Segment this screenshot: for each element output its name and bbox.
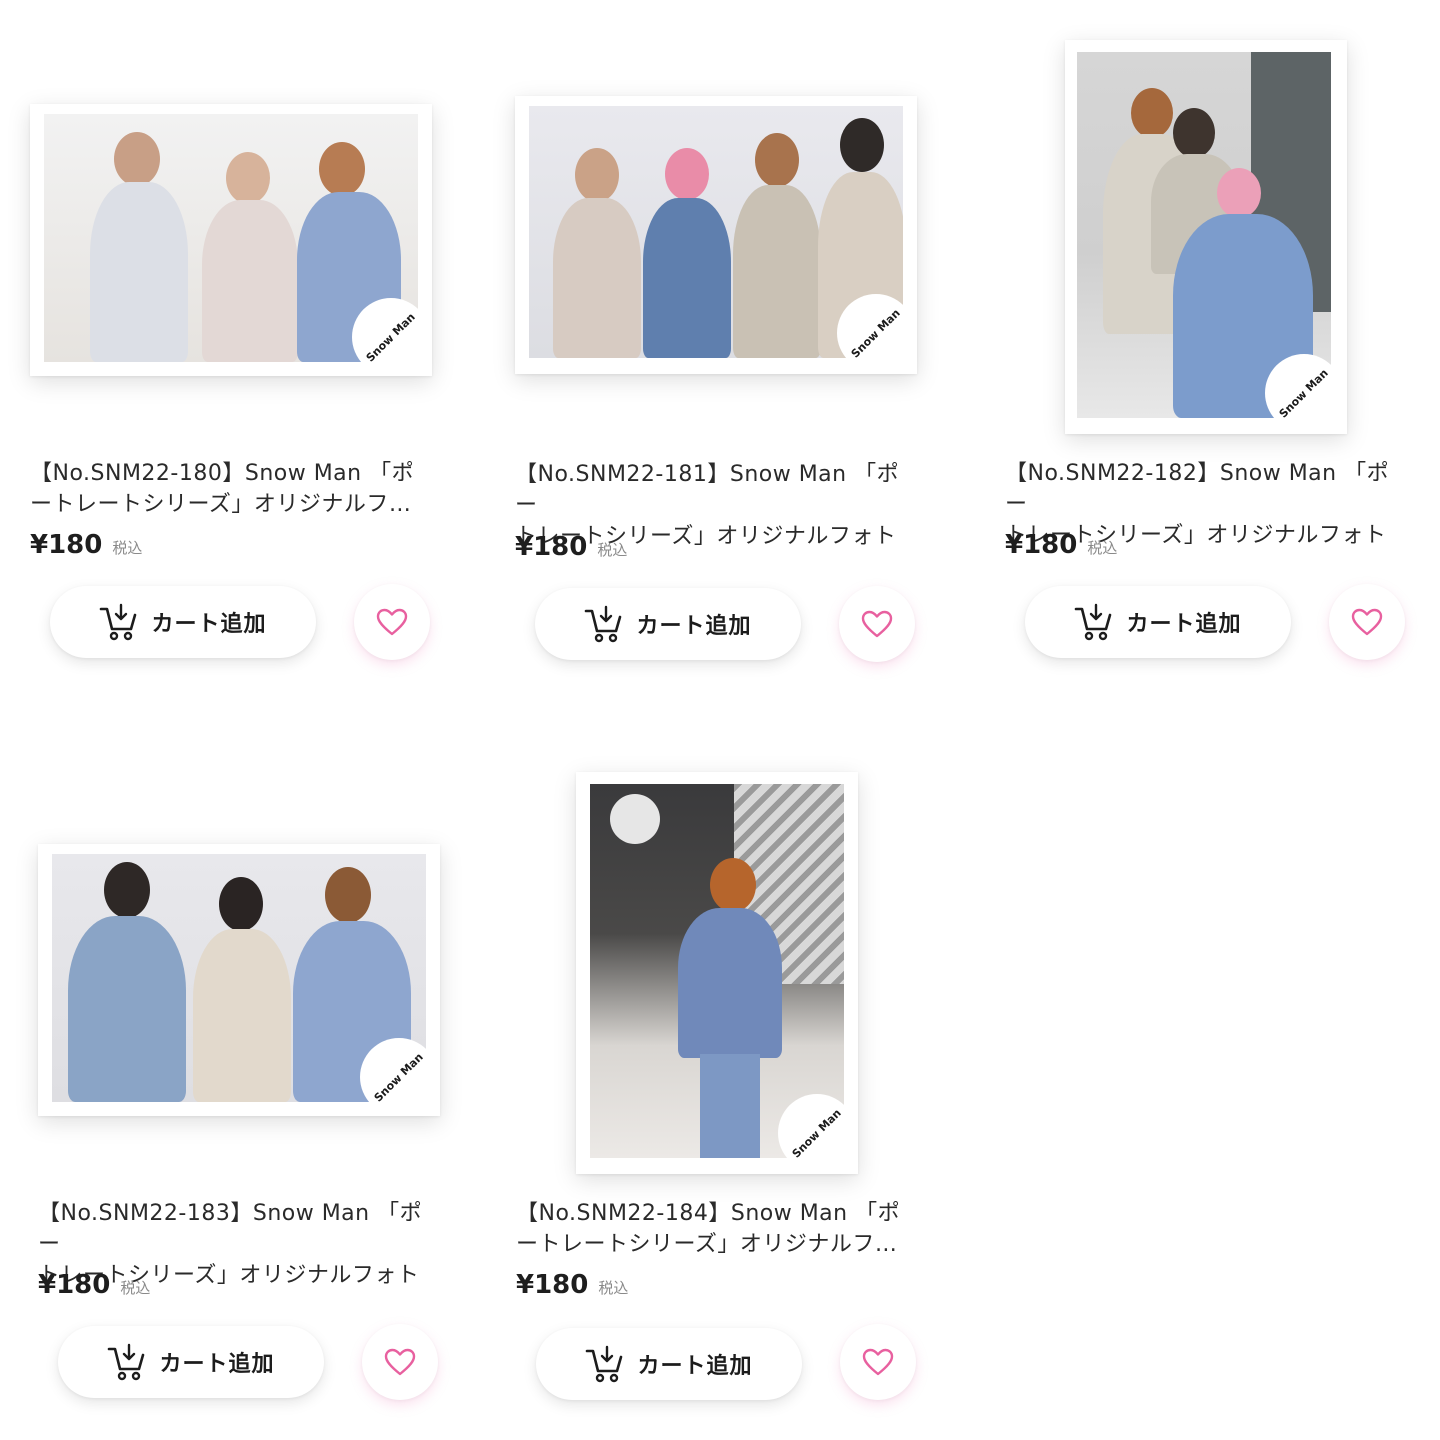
person-figure <box>729 133 825 358</box>
person-figure <box>670 858 790 1158</box>
cart-download-icon <box>585 605 622 643</box>
person-figure <box>62 862 192 1102</box>
price-value: ¥180 <box>30 530 103 560</box>
person-figure <box>187 877 297 1102</box>
person-figure <box>194 152 304 362</box>
add-to-cart-button[interactable]: カート追加 <box>535 588 801 660</box>
add-to-cart-label: カート追加 <box>637 1354 753 1379</box>
product-card: Snow Man 【No.SNM22-180】Snow Man 「ポ ートレート… <box>30 0 450 700</box>
add-to-cart-button[interactable]: カート追加 <box>50 586 316 658</box>
photo-image: Snow Man <box>1077 52 1331 418</box>
heart-icon <box>384 1348 416 1376</box>
price-value: ¥180 <box>1005 530 1078 560</box>
add-to-cart-button[interactable]: カート追加 <box>536 1328 802 1400</box>
tax-label: 税込 <box>112 539 143 557</box>
add-to-cart-label: カート追加 <box>1126 612 1242 637</box>
price-value: ¥180 <box>38 1270 111 1300</box>
favorite-button[interactable] <box>362 1324 438 1400</box>
product-card: Snow Man 【No.SNM22-183】Snow Man 「ポー トレート… <box>38 740 458 1420</box>
product-card: Snow Man 【No.SNM22-182】Snow Man 「ポー トレート… <box>1005 0 1425 700</box>
product-photo[interactable]: Snow Man <box>38 844 440 1116</box>
product-title[interactable]: 【No.SNM22-184】Snow Man 「ポ ートレートシリーズ」オリジナ… <box>516 1198 916 1260</box>
product-price: ¥180 税込 <box>1005 530 1117 560</box>
product-photo[interactable]: Snow Man <box>576 772 858 1174</box>
product-price: ¥180 税込 <box>515 532 627 562</box>
person-figure <box>84 114 194 362</box>
favorite-button[interactable] <box>1329 584 1405 660</box>
tax-label: 税込 <box>120 1279 151 1297</box>
heart-icon <box>1351 608 1383 636</box>
product-price: ¥180 税込 <box>30 530 142 560</box>
product-title[interactable]: 【No.SNM22-180】Snow Man 「ポ ートレートシリーズ」オリジナ… <box>30 458 430 520</box>
product-photo[interactable]: Snow Man <box>1065 40 1347 434</box>
favorite-button[interactable] <box>354 584 430 660</box>
person-figure <box>549 138 645 358</box>
cart-download-icon <box>100 603 137 641</box>
product-card: Snow Man 【No.SNM22-181】Snow Man 「ポー トレート… <box>515 0 935 700</box>
heart-icon <box>376 608 408 636</box>
add-to-cart-label: カート追加 <box>636 614 752 639</box>
product-photo[interactable]: Snow Man <box>30 104 432 376</box>
cart-download-icon <box>1075 603 1112 641</box>
price-value: ¥180 <box>515 532 588 562</box>
add-to-cart-button[interactable]: カート追加 <box>58 1326 324 1398</box>
heart-icon <box>861 610 893 638</box>
add-to-cart-button[interactable]: カート追加 <box>1025 586 1291 658</box>
tax-label: 税込 <box>597 541 628 559</box>
person-figure <box>639 148 735 358</box>
favorite-button[interactable] <box>839 586 915 662</box>
photo-image: Snow Man <box>52 854 426 1102</box>
heart-icon <box>862 1348 894 1376</box>
cart-download-icon <box>108 1343 145 1381</box>
product-price: ¥180 税込 <box>516 1270 628 1300</box>
photo-image: Snow Man <box>590 784 844 1158</box>
cart-download-icon <box>586 1345 623 1383</box>
product-price: ¥180 税込 <box>38 1270 150 1300</box>
price-value: ¥180 <box>516 1270 589 1300</box>
photo-image: Snow Man <box>529 106 903 358</box>
favorite-button[interactable] <box>840 1324 916 1400</box>
add-to-cart-label: カート追加 <box>159 1352 275 1377</box>
tax-label: 税込 <box>598 1279 629 1297</box>
add-to-cart-label: カート追加 <box>151 612 267 637</box>
photo-image: Snow Man <box>44 114 418 362</box>
tax-label: 税込 <box>1087 539 1118 557</box>
product-photo[interactable]: Snow Man <box>515 96 917 374</box>
product-card: Snow Man 【No.SNM22-184】Snow Man 「ポ ートレート… <box>516 740 936 1420</box>
